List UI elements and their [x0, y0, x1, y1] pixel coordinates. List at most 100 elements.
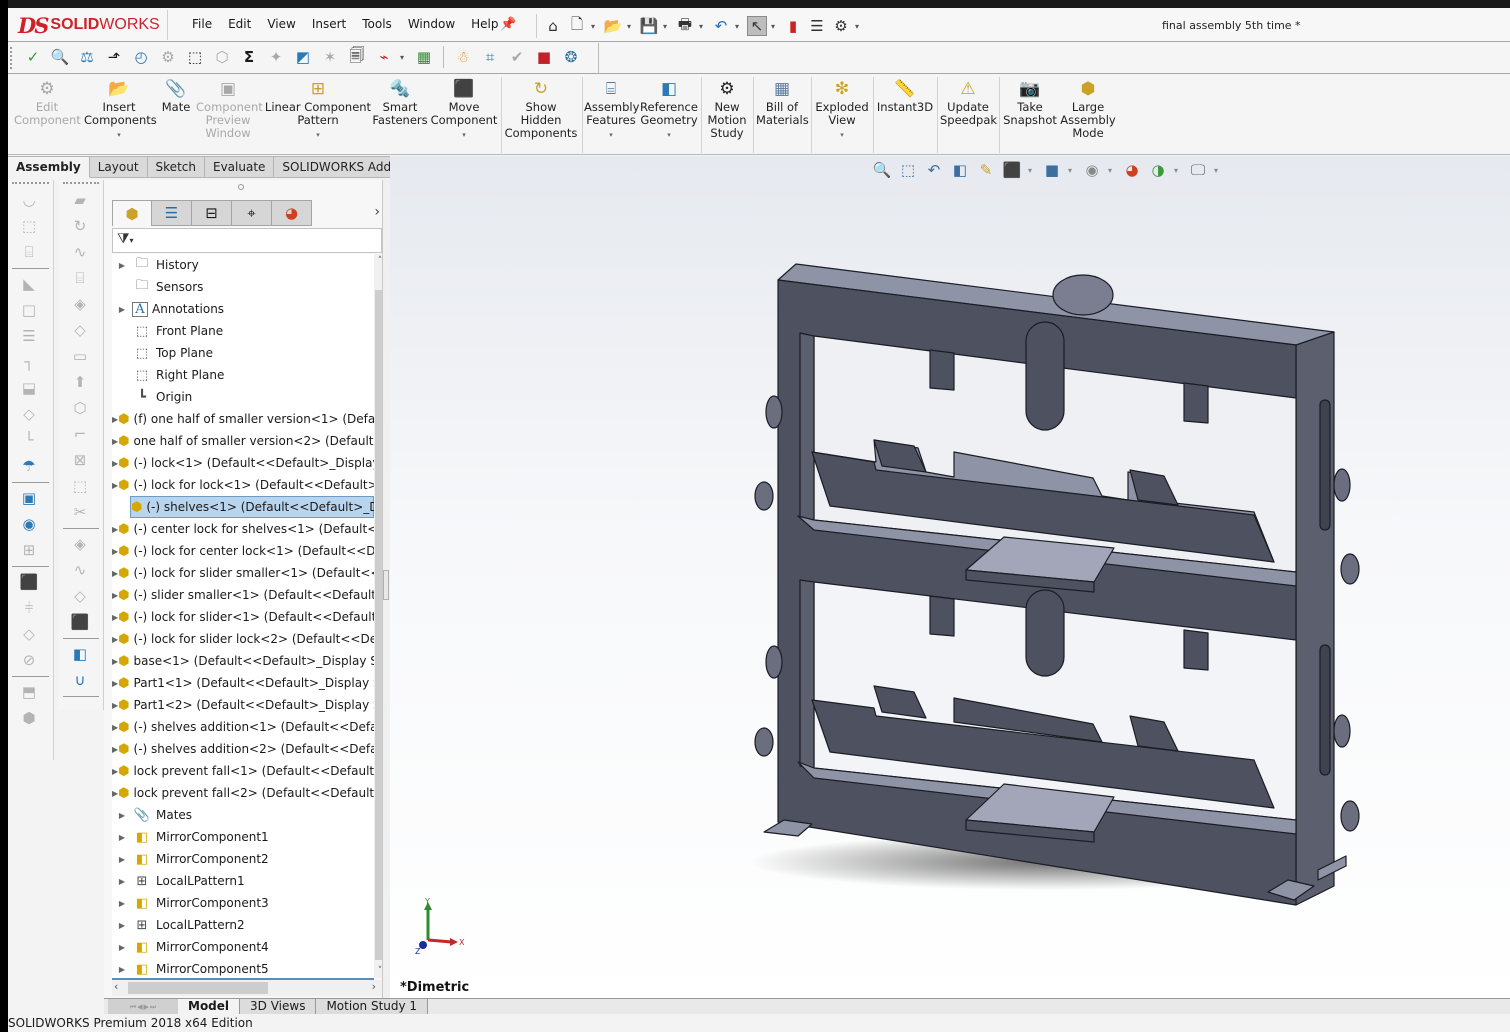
open-dropdown-icon[interactable]: ▾ [627, 22, 635, 31]
reference-geometry-button[interactable]: ◧ Reference Geometry ▾ [640, 79, 698, 142]
pattern-tool-icon[interactable]: ⊞ [17, 539, 41, 561]
expand-arrow-icon[interactable]: ▶ [112, 833, 132, 842]
tree-item[interactable]: ▶ 🗀 History [112, 254, 374, 276]
view-box-icon[interactable]: ⬛ [68, 611, 92, 633]
pin-menu-icon[interactable]: 📌 [500, 17, 516, 32]
tree-item[interactable]: ▶ ⬢ (-) lock for slider smaller<1> (Defaul… [112, 562, 374, 584]
tab-motion-study-1[interactable]: Motion Study 1 [316, 999, 429, 1015]
expand-arrow-icon[interactable]: ▶ [112, 811, 132, 820]
tree-item[interactable]: 🗀 Sensors [112, 276, 374, 298]
solidworks-resources-icon[interactable]: ❂ [560, 46, 582, 68]
extrude-surface-icon[interactable]: ▰ [68, 189, 92, 211]
tree-item[interactable]: ▶ ⬢ base<1> (Default<<Default>_Display Sta [112, 650, 374, 672]
untrim-surface-icon[interactable]: ⌐ [68, 423, 92, 445]
menu-edit[interactable]: Edit [220, 17, 259, 31]
mass-properties-icon[interactable]: ⚖ [76, 46, 98, 68]
expand-arrow-icon[interactable]: ▶ [112, 921, 132, 930]
toolbar-grip[interactable] [10, 47, 13, 69]
tree-item[interactable]: ▶ ◧ MirrorComponent5 [112, 958, 374, 978]
next-tab-icon[interactable]: ▶ [144, 1003, 149, 1011]
save-icon[interactable]: 💾 [639, 16, 659, 36]
gusset-icon[interactable]: ◇ [17, 623, 41, 645]
select-dropdown-icon[interactable]: ▾ [771, 22, 779, 31]
tree-item[interactable]: ▶ A Annotations [112, 298, 374, 320]
new-motion-study-button[interactable]: ⚙ New Motion Study [704, 79, 750, 140]
tab-sketch[interactable]: Sketch [147, 156, 205, 178]
prev-tab-icon[interactable]: ◀ [137, 1003, 142, 1011]
configurationmanager-tab[interactable]: ⊟ [192, 200, 232, 226]
move-component-dropdown-icon[interactable]: ▾ [430, 129, 498, 142]
tree-item[interactable]: ▶ ⬢ (-) lock for lock<1> (Default<<Default… [112, 474, 374, 496]
plane-tool-icon[interactable]: □ [17, 299, 41, 321]
expand-arrow-icon[interactable]: ▶ [112, 943, 132, 952]
assembly-features-button[interactable]: ⌸ Assembly Features ▾ [584, 79, 639, 142]
interference-detection-icon[interactable]: ⬚ [184, 46, 206, 68]
tab-model[interactable]: Model [178, 999, 241, 1015]
tree-item[interactable]: ▶ ⬢ (-) lock for slider<1> (Default<<Defau… [112, 606, 374, 628]
end-cap-icon[interactable]: ⊘ [17, 649, 41, 671]
tab-navigation-buttons[interactable]: ⏮ ◀ ▶ ⏭ [108, 999, 178, 1015]
tree-item[interactable]: ▶ ⬢ Part1<2> (Default<<Default>_Display St [112, 694, 374, 716]
measure-icon[interactable]: 🔍 [49, 46, 71, 68]
ruled-surface-icon[interactable]: ⬡ [68, 397, 92, 419]
tab-layout[interactable]: Layout [89, 156, 148, 178]
menu-view[interactable]: View [259, 17, 303, 31]
print-dropdown-icon[interactable]: ▾ [699, 22, 707, 31]
structural-member-icon[interactable]: ⫩ [17, 597, 41, 619]
filter-dropdown-icon[interactable]: ▾ [130, 236, 134, 245]
mate-button[interactable]: 📎 Mate [158, 79, 194, 114]
smart-fasteners-button[interactable]: 🔩 Smart Fasteners [372, 79, 428, 127]
tree-filter[interactable]: ⧩▾ [112, 228, 382, 253]
tree-item[interactable]: ▶ ⬢ (-) lock for slider lock<2> (Default<<… [112, 628, 374, 650]
show-hidden-components-button[interactable]: ↻ Show Hidden Components [504, 79, 578, 140]
open-folder-icon[interactable]: 📂 [603, 16, 623, 36]
tree-item[interactable]: ▶ ⬢ (-) shelves addition<2> (Default<<Defa… [112, 738, 374, 760]
new-document-icon[interactable]: 🗋 [567, 15, 587, 36]
replace-face-icon[interactable]: ⬚ [68, 475, 92, 497]
file-properties-icon[interactable]: ☰ [807, 16, 827, 36]
insert-part-icon[interactable]: ▣ [17, 487, 41, 509]
section-properties-icon[interactable]: ⬏ [103, 46, 125, 68]
tree-item[interactable]: ▶ ◧ MirrorComponent2 [112, 848, 374, 870]
menu-insert[interactable]: Insert [304, 17, 354, 31]
options-gear-icon[interactable]: ⚙ [831, 16, 851, 36]
mold-tool-icon[interactable]: ⬓ [17, 377, 41, 399]
bill-of-materials-button[interactable]: ▦ Bill of Materials [756, 79, 809, 127]
fillet-tool-icon[interactable]: ◡ [17, 189, 41, 211]
offset-surface-icon[interactable]: ⬆ [68, 371, 92, 393]
tree-item[interactable]: ▶ ⬢ (f) one half of smaller version<1> (De… [112, 408, 374, 430]
tree-item[interactable]: ▶ ⬢ (-) shelves addition<1> (Default<<Defa… [112, 716, 374, 738]
instant3d-button[interactable]: 📏 Instant3D [876, 79, 934, 114]
rebuild-traffic-light-icon[interactable]: ▮ [783, 16, 803, 36]
expand-arrow-icon[interactable]: ▶ [112, 899, 132, 908]
flat-tool-icon[interactable]: ◇ [17, 403, 41, 425]
tab-3d-views[interactable]: 3D Views [240, 999, 317, 1015]
delete-face-icon[interactable]: ⊠ [68, 449, 92, 471]
boss-tool-icon[interactable]: ⌸ [17, 241, 41, 263]
last-tab-icon[interactable]: ⏭ [150, 1003, 156, 1012]
tab-evaluate[interactable]: Evaluate [204, 156, 275, 178]
assembly-model[interactable] [390, 156, 1510, 998]
tree-item[interactable]: ⬚ Top Plane [112, 342, 374, 364]
expand-arrow-icon[interactable]: ▶ [112, 965, 132, 974]
equations-sigma-icon[interactable]: Σ [238, 46, 260, 68]
curve-icon[interactable]: ∪ [68, 669, 92, 691]
component-icon[interactable]: ◉ [17, 513, 41, 535]
hscroll-thumb[interactable] [128, 982, 268, 994]
sheet-metal-icon[interactable]: ◣ [17, 273, 41, 295]
tree-horizontal-scrollbar[interactable]: ‹ › [112, 980, 386, 996]
revolve-surface-icon[interactable]: ↻ [68, 215, 92, 237]
curvature-icon[interactable]: ⌗ [479, 46, 501, 68]
tab-assembly[interactable]: Assembly [8, 156, 90, 178]
home-icon[interactable]: ⌂ [543, 16, 563, 36]
check-active-document-icon[interactable]: ⌁ [373, 46, 395, 68]
tree-item[interactable]: ⬚ Front Plane [112, 320, 374, 342]
corner-tool-icon[interactable]: └ [17, 429, 41, 451]
compare-documents-icon[interactable]: 🗐 [346, 46, 368, 68]
exploded-view-button[interactable]: ❇ Exploded View ▾ [814, 79, 870, 142]
toolbar-grip[interactable] [63, 182, 99, 185]
linear-pattern-dropdown-icon[interactable]: ▾ [264, 129, 372, 142]
performance-evaluation-icon[interactable]: ◴ [130, 46, 152, 68]
mushroom-tool-icon[interactable]: ☂ [17, 455, 41, 477]
trim-surface-icon[interactable]: ◇ [68, 585, 92, 607]
